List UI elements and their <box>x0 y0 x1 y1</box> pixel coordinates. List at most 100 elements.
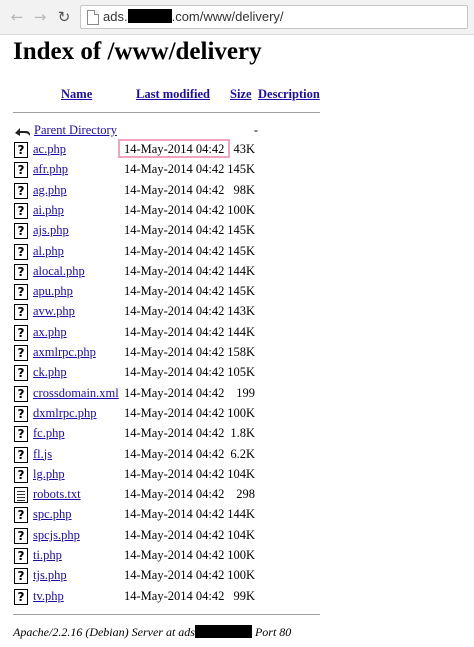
file-link[interactable]: ai.php <box>33 203 64 218</box>
file-date: 14-May-2014 04:42 <box>124 527 225 542</box>
file-size: 144K <box>227 263 255 278</box>
file-date: 14-May-2014 04:42 <box>124 446 225 461</box>
file-date: 14-May-2014 04:42 <box>124 385 225 400</box>
file-size: 145K <box>227 284 255 299</box>
unknown-file-icon: ? <box>14 324 28 341</box>
unknown-file-icon: ? <box>14 588 28 605</box>
unknown-file-icon: ? <box>14 263 28 280</box>
table-row: ? spcjs.php 14-May-2014 04:42 104K <box>0 527 330 547</box>
file-link[interactable]: axmlrpc.php <box>33 345 96 360</box>
file-link[interactable]: tv.php <box>33 589 64 604</box>
file-link[interactable]: ajs.php <box>33 223 69 238</box>
address-bar[interactable]: ads. .com/www/delivery/ <box>80 5 468 29</box>
file-date: 14-May-2014 04:42 <box>124 345 225 359</box>
unknown-file-icon: ? <box>14 345 28 361</box>
file-date: 14-May-2014 04:42 <box>124 182 225 197</box>
column-header-description[interactable]: Description <box>258 87 320 102</box>
table-row: ? alocal.php 14-May-2014 04:42 144K <box>0 263 330 283</box>
file-link[interactable]: crossdomain.xml <box>33 386 119 401</box>
table-row: ? ai.php 14-May-2014 04:42 100K <box>0 202 330 222</box>
file-size: 1.8K <box>230 426 255 441</box>
file-link[interactable]: spc.php <box>33 507 72 522</box>
file-size: 298 <box>236 487 255 502</box>
unknown-file-icon: ? <box>14 304 28 321</box>
table-row: ? ti.php 14-May-2014 04:42 100K <box>0 547 330 567</box>
unknown-file-icon: ? <box>14 365 28 382</box>
file-link[interactable]: ax.php <box>33 325 67 340</box>
file-link[interactable]: robots.txt <box>33 487 81 502</box>
forward-arrow-icon[interactable]: → <box>31 8 49 26</box>
table-row: ? fl.js 14-May-2014 04:42 6.2K <box>0 446 330 466</box>
file-size: 143K <box>227 304 255 319</box>
table-row: ? tjs.php 14-May-2014 04:42 100K <box>0 567 330 587</box>
file-size: 145K <box>227 223 255 238</box>
page-icon <box>87 10 99 25</box>
file-link[interactable]: avw.php <box>33 304 75 319</box>
file-link[interactable]: alocal.php <box>33 264 85 279</box>
table-row: ? apu.php 14-May-2014 04:42 145K <box>0 283 330 303</box>
table-row: ? dxmlrpc.php 14-May-2014 04:42 100K <box>0 405 330 425</box>
unknown-file-icon: ? <box>14 507 28 524</box>
unknown-file-icon: ? <box>14 568 28 585</box>
file-link[interactable]: fl.js <box>33 447 52 462</box>
file-link[interactable]: ck.php <box>33 365 67 380</box>
file-date: 14-May-2014 04:42 <box>124 405 225 420</box>
unknown-file-icon: ? <box>14 466 28 483</box>
file-link[interactable]: fc.php <box>33 426 65 441</box>
file-size: 199 <box>236 385 255 400</box>
unknown-file-icon: ? <box>14 446 28 463</box>
table-row: ? lg.php 14-May-2014 04:42 104K <box>0 466 330 486</box>
file-date: 14-May-2014 04:42 <box>124 487 225 502</box>
table-row: robots.txt 14-May-2014 04:42 298 <box>0 486 330 506</box>
file-link[interactable]: ac.php <box>33 142 66 157</box>
parent-size: - <box>253 123 258 137</box>
unknown-file-icon: ? <box>14 527 28 544</box>
column-header-last-modified[interactable]: Last modified <box>136 87 210 102</box>
file-link[interactable]: ti.php <box>33 548 62 563</box>
table-row: ? ajs.php 14-May-2014 04:42 145K <box>0 222 330 242</box>
file-link[interactable]: lg.php <box>33 467 65 482</box>
file-link[interactable]: dxmlrpc.php <box>33 406 97 421</box>
column-header-name[interactable]: Name <box>61 87 92 102</box>
file-link[interactable]: spcjs.php <box>33 528 80 543</box>
back-arrow-icon[interactable]: ← <box>8 8 26 26</box>
file-date: 14-May-2014 04:42 <box>124 588 225 603</box>
unknown-file-icon: ? <box>14 223 28 240</box>
file-size: 145K <box>227 243 255 258</box>
file-size: 144K <box>227 507 255 522</box>
file-link[interactable]: apu.php <box>33 284 73 299</box>
file-size: 100K <box>227 568 255 583</box>
file-size: 158K <box>227 345 255 359</box>
server-signature: Apache/2.2.16 (Debian) Server at ads Por… <box>13 625 292 639</box>
file-size: 100K <box>227 405 255 420</box>
highlight-box <box>118 139 230 158</box>
column-header-size[interactable]: Size <box>230 87 252 102</box>
reload-icon[interactable]: ↻ <box>55 8 73 26</box>
unknown-file-icon: ? <box>14 142 28 158</box>
browser-toolbar: ← → ↻ ads. .com/www/delivery/ <box>0 0 474 35</box>
redaction-box <box>127 9 172 23</box>
file-size: 104K <box>227 466 255 481</box>
unknown-file-icon: ? <box>14 202 28 219</box>
file-date: 14-May-2014 04:42 <box>124 365 225 380</box>
file-date: 14-May-2014 04:42 <box>124 162 225 177</box>
parent-directory-link[interactable]: Parent Directory <box>34 123 117 138</box>
file-size: 98K <box>233 182 255 197</box>
table-row: ? tv.php 14-May-2014 04:42 99K <box>0 588 330 608</box>
file-size: 100K <box>227 202 255 217</box>
file-date: 14-May-2014 04:42 <box>124 507 225 522</box>
file-size: 99K <box>233 588 255 603</box>
file-size: 104K <box>227 527 255 542</box>
file-link[interactable]: ag.php <box>33 183 67 198</box>
file-link[interactable]: afr.php <box>33 162 68 177</box>
unknown-file-icon: ? <box>14 243 28 260</box>
table-row: ? axmlrpc.php 14-May-2014 04:42 158K <box>0 344 330 364</box>
redaction-box <box>194 625 252 638</box>
file-link[interactable]: al.php <box>33 244 64 259</box>
table-row: ? crossdomain.xml 14-May-2014 04:42 199 <box>0 385 330 405</box>
file-size: 43K <box>233 142 255 156</box>
file-link[interactable]: tjs.php <box>33 568 67 583</box>
table-row: ? ck.php 14-May-2014 04:42 105K <box>0 364 330 384</box>
table-row: ? avw.php 14-May-2014 04:42 143K <box>0 303 330 323</box>
file-size: 6.2K <box>230 446 255 461</box>
